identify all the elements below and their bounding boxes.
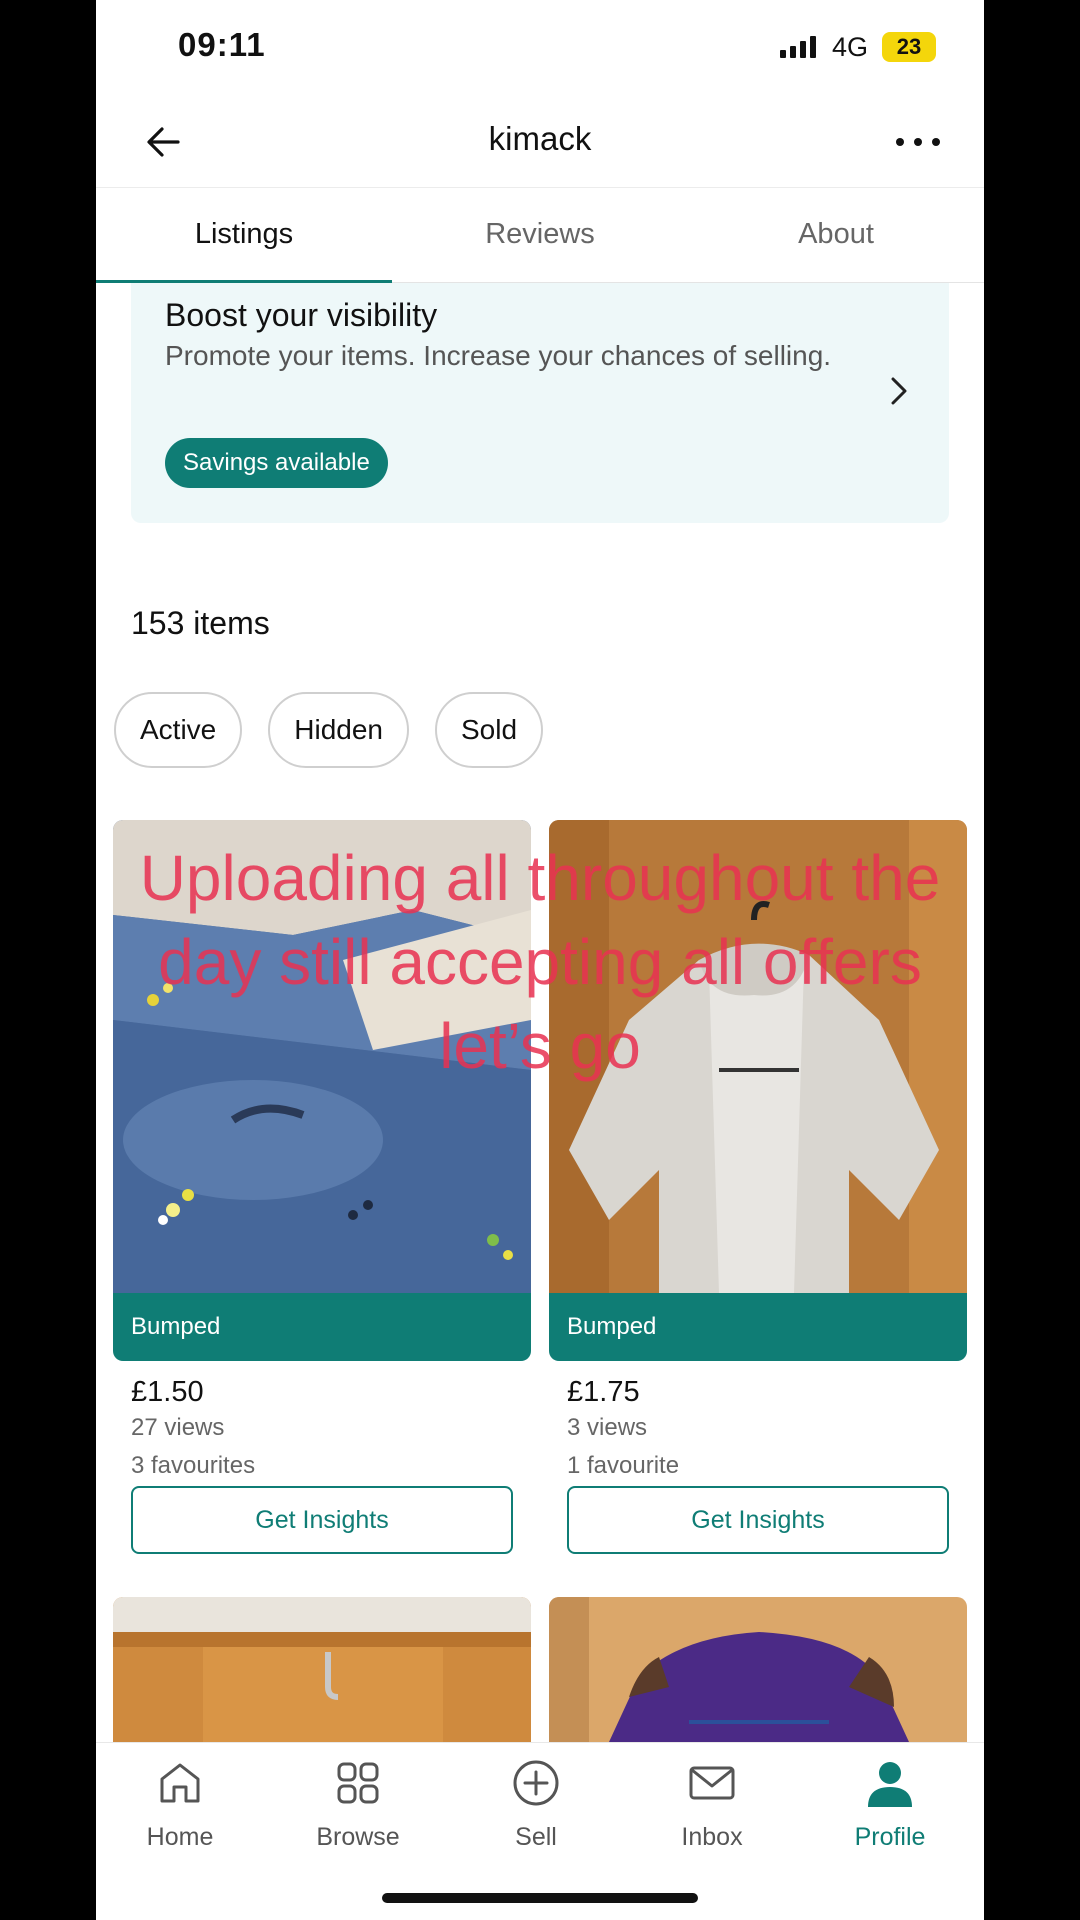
battery-icon: 23	[882, 32, 936, 62]
filter-active[interactable]: Active	[114, 692, 243, 768]
boost-visibility-card[interactable]: Boost your visibility Promote your items…	[131, 283, 949, 523]
plus-circle-icon	[513, 1760, 559, 1806]
nav-inbox[interactable]: Inbox	[642, 1757, 782, 1852]
tab-listings[interactable]: Listings	[96, 188, 392, 283]
bumped-badge: Bumped	[113, 1293, 531, 1361]
nav-browse-label: Browse	[316, 1823, 400, 1851]
tab-reviews[interactable]: Reviews	[392, 188, 688, 282]
items-count: 153 items	[131, 605, 270, 641]
item-views: 3 views	[567, 1414, 648, 1441]
grid-icon	[337, 1762, 379, 1804]
nav-home-label: Home	[146, 1823, 214, 1851]
nav-profile[interactable]: Profile	[820, 1757, 960, 1852]
item-favourites: 1 favourite	[567, 1452, 680, 1479]
status-time: 09:11	[178, 26, 266, 63]
bumped-badge: Bumped	[549, 1293, 967, 1361]
get-insights-button[interactable]: Get Insights	[131, 1486, 513, 1554]
phone-screen: 09:11 4G 23 kimack Listings Reviews Abou…	[96, 0, 984, 1920]
item-price: £1.75	[567, 1376, 640, 1408]
page-title: kimack	[488, 120, 592, 157]
overlay-caption: Uploading all throughout the day still a…	[139, 842, 941, 1082]
item-favourites: 3 favourites	[131, 1452, 256, 1479]
network-label: 4G	[832, 32, 869, 62]
chevron-right-icon	[891, 377, 907, 405]
filter-sold[interactable]: Sold	[434, 692, 544, 768]
item-photo-wardrobe[interactable]	[113, 1597, 531, 1742]
profile-header: kimack	[96, 96, 984, 188]
home-icon	[160, 1763, 200, 1803]
home-indicator	[382, 1893, 698, 1903]
profile-tabs: Listings Reviews About	[96, 188, 984, 283]
more-options-icon[interactable]	[888, 116, 948, 168]
filter-hidden[interactable]: Hidden	[268, 692, 409, 768]
nav-profile-label: Profile	[854, 1823, 926, 1851]
nav-sell-label: Sell	[515, 1823, 557, 1851]
filter-chips: Active Hidden Sold	[114, 692, 544, 768]
nav-home[interactable]: Home	[110, 1757, 250, 1852]
person-icon	[868, 1762, 912, 1807]
boost-title: Boost your visibility	[165, 297, 438, 333]
nav-inbox-label: Inbox	[681, 1823, 743, 1851]
item-photo-purple-coat[interactable]	[549, 1597, 967, 1742]
item-price: £1.50	[131, 1376, 204, 1408]
boost-description: Promote your items. Increase your chance…	[165, 340, 832, 371]
item-views: 27 views	[131, 1414, 225, 1441]
nav-browse[interactable]: Browse	[288, 1757, 428, 1852]
nav-sell[interactable]: Sell	[466, 1757, 606, 1852]
tab-about[interactable]: About	[688, 188, 984, 282]
get-insights-button[interactable]: Get Insights	[567, 1486, 949, 1554]
envelope-icon	[689, 1766, 735, 1800]
status-bar: 09:11 4G 23	[96, 0, 984, 96]
signal-icon	[780, 34, 816, 58]
savings-badge: Savings available	[165, 438, 388, 488]
